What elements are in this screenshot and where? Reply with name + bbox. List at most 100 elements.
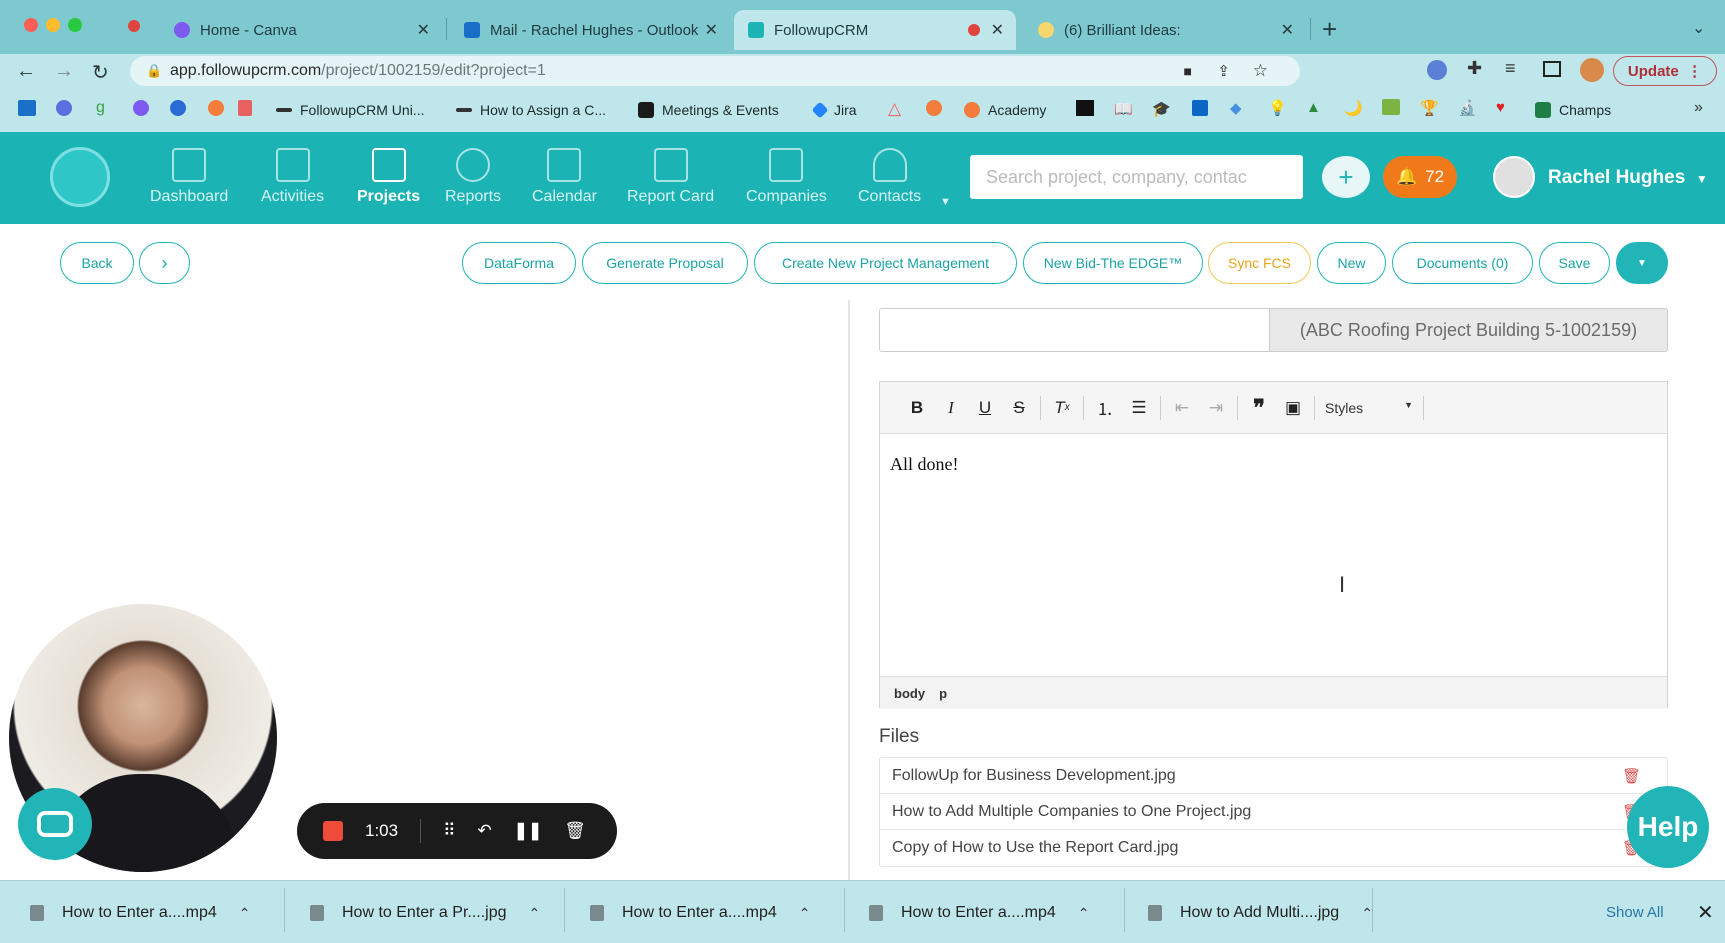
trash-icon[interactable]: 🗑: [564, 821, 586, 841]
canva-bookmark-icon[interactable]: [133, 100, 149, 116]
back-button[interactable]: Back: [60, 242, 134, 284]
nav-activities[interactable]: Activities: [261, 148, 324, 206]
bold-icon[interactable]: B: [900, 393, 934, 423]
nav-projects[interactable]: Projects: [357, 148, 420, 206]
hubspot-icon[interactable]: [926, 100, 942, 116]
file-row[interactable]: Copy of How to Use the Report Card.jpg 🗑: [880, 830, 1667, 866]
maximize-window-icon[interactable]: [68, 18, 82, 32]
bookmark-followupcrm-uni[interactable]: FollowupCRM Uni...: [276, 100, 424, 120]
nav-calendar[interactable]: Calendar: [532, 148, 597, 206]
book-icon[interactable]: 📖: [1114, 100, 1133, 118]
heart-icon[interactable]: ♥: [1496, 99, 1505, 116]
reload-icon[interactable]: ↻: [92, 60, 109, 85]
numbered-list-icon[interactable]: ⒈: [1088, 393, 1122, 423]
close-tab-icon[interactable]: ✕: [705, 20, 718, 40]
chevron-up-icon[interactable]: ⌃: [239, 905, 251, 922]
show-all-downloads-link[interactable]: Show All: [1606, 904, 1664, 921]
file-row[interactable]: How to Add Multiple Companies to One Pro…: [880, 794, 1667, 830]
notifications-button[interactable]: 🔔 72: [1383, 156, 1457, 198]
styles-dropdown[interactable]: Styles ▼: [1319, 400, 1419, 416]
camera-icon[interactable]: ■: [1184, 63, 1192, 79]
nav-reports[interactable]: Reports: [445, 148, 501, 206]
tab-canva[interactable]: Home - Canva ✕: [160, 10, 442, 50]
project-name-input[interactable]: [879, 308, 1270, 352]
linkedin-icon[interactable]: [1192, 100, 1208, 116]
generate-proposal-button[interactable]: Generate Proposal: [582, 242, 748, 284]
close-tab-icon[interactable]: ✕: [991, 20, 1004, 40]
file-row[interactable]: FollowUp for Business Development.jpg 🗑: [880, 758, 1667, 794]
underline-icon[interactable]: U: [968, 393, 1002, 423]
bookmark-icon[interactable]: [170, 100, 186, 116]
more-actions-button[interactable]: ▼: [1616, 242, 1668, 284]
grid-icon[interactable]: ⠿: [443, 821, 455, 841]
help-button[interactable]: Help: [1627, 786, 1709, 868]
next-record-button[interactable]: ›: [139, 242, 190, 284]
image-icon[interactable]: [1382, 99, 1400, 115]
download-item[interactable]: How to Enter a Pr....jpg ⌃: [310, 900, 540, 926]
outdent-icon[interactable]: ⇤: [1165, 393, 1199, 423]
drive-icon[interactable]: ▲: [1306, 99, 1321, 116]
close-window-icon[interactable]: [24, 18, 38, 32]
create-project-management-button[interactable]: Create New Project Management: [754, 242, 1017, 284]
close-icon[interactable]: ✕: [1697, 900, 1714, 925]
minimize-window-icon[interactable]: [46, 18, 60, 32]
user-avatar[interactable]: [1493, 156, 1535, 198]
close-tab-icon[interactable]: ✕: [1281, 20, 1294, 40]
new-bid-edge-button[interactable]: New Bid-The EDGE™: [1023, 242, 1203, 284]
nav-dashboard[interactable]: Dashboard: [150, 148, 228, 206]
trophy-icon[interactable]: 🏆: [1420, 99, 1439, 117]
outlook-bookmark-icon[interactable]: [18, 100, 36, 116]
chevron-down-icon[interactable]: ⌄: [1692, 18, 1705, 38]
global-search-input[interactable]: Search project, company, contac: [970, 155, 1303, 199]
followupcrm-logo[interactable]: [50, 147, 110, 207]
bookmark-icon[interactable]: [238, 100, 252, 116]
download-item[interactable]: How to Enter a....mp4 ⌃: [30, 900, 250, 926]
documents-button[interactable]: Documents (0): [1392, 242, 1533, 284]
italic-icon[interactable]: I: [934, 393, 968, 423]
chevron-up-icon[interactable]: ⌃: [799, 905, 811, 922]
new-tab-icon[interactable]: +: [1322, 14, 1337, 45]
nav-report-card[interactable]: Report Card: [627, 148, 714, 206]
pause-icon[interactable]: ❚❚: [514, 821, 543, 841]
download-item[interactable]: How to Add Multi....jpg ⌃: [1148, 900, 1373, 926]
indent-icon[interactable]: ⇥: [1199, 393, 1233, 423]
undo-icon[interactable]: ↶: [478, 821, 492, 841]
bookmark-icon[interactable]: 🌙: [1344, 99, 1363, 117]
nav-contacts[interactable]: Contacts: [858, 148, 921, 206]
lightbulb-icon[interactable]: 💡: [1268, 99, 1287, 117]
quick-add-button[interactable]: +: [1322, 156, 1370, 198]
sync-fcs-button[interactable]: Sync FCS: [1208, 242, 1311, 284]
nav-companies[interactable]: Companies: [746, 148, 827, 206]
image-icon[interactable]: ▣: [1276, 393, 1310, 423]
share-icon[interactable]: ⇪: [1217, 62, 1230, 80]
url-bar[interactable]: 🔒 app.followupcrm.com/project/1002159/ed…: [130, 56, 1300, 86]
bullet-list-icon[interactable]: ☰: [1122, 393, 1156, 423]
graduation-cap-icon[interactable]: 🎓: [1152, 100, 1171, 118]
back-arrow-icon[interactable]: ←: [16, 60, 36, 83]
strikethrough-icon[interactable]: S: [1002, 393, 1036, 423]
close-tab-icon[interactable]: ✕: [417, 20, 430, 40]
chevron-up-icon[interactable]: ⌃: [1078, 905, 1090, 922]
bookmark-icon[interactable]: [1076, 100, 1094, 116]
airbnb-icon[interactable]: △: [888, 99, 901, 119]
download-item[interactable]: How to Enter a....mp4 ⌃: [590, 900, 810, 926]
chat-button[interactable]: [18, 788, 92, 860]
bookmark-how-to-assign[interactable]: How to Assign a C...: [456, 100, 606, 120]
contacts-dropdown-icon[interactable]: ▼: [940, 196, 951, 208]
bookmark-champs[interactable]: Champs: [1535, 100, 1611, 120]
stop-recording-icon[interactable]: [323, 821, 343, 841]
puzzle-icon[interactable]: ✚: [1467, 58, 1482, 79]
bookmark-academy[interactable]: Academy: [964, 100, 1046, 120]
new-button[interactable]: New: [1317, 242, 1386, 284]
extension-icon[interactable]: [1427, 60, 1447, 80]
user-menu[interactable]: Rachel Hughes ▼: [1548, 167, 1708, 189]
tab-followupcrm[interactable]: FollowupCRM ✕: [734, 10, 1016, 50]
dataforma-button[interactable]: DataForma: [462, 242, 576, 284]
more-bookmarks-icon[interactable]: »: [1694, 99, 1703, 117]
editor-content[interactable]: All done!: [880, 434, 1667, 676]
star-icon[interactable]: ☆: [1253, 61, 1268, 81]
diamond-icon[interactable]: ◆: [1230, 99, 1242, 117]
trash-icon[interactable]: 🗑: [1622, 767, 1641, 785]
hubspot-icon[interactable]: [208, 100, 224, 116]
download-item[interactable]: How to Enter a....mp4 ⌃: [869, 900, 1089, 926]
